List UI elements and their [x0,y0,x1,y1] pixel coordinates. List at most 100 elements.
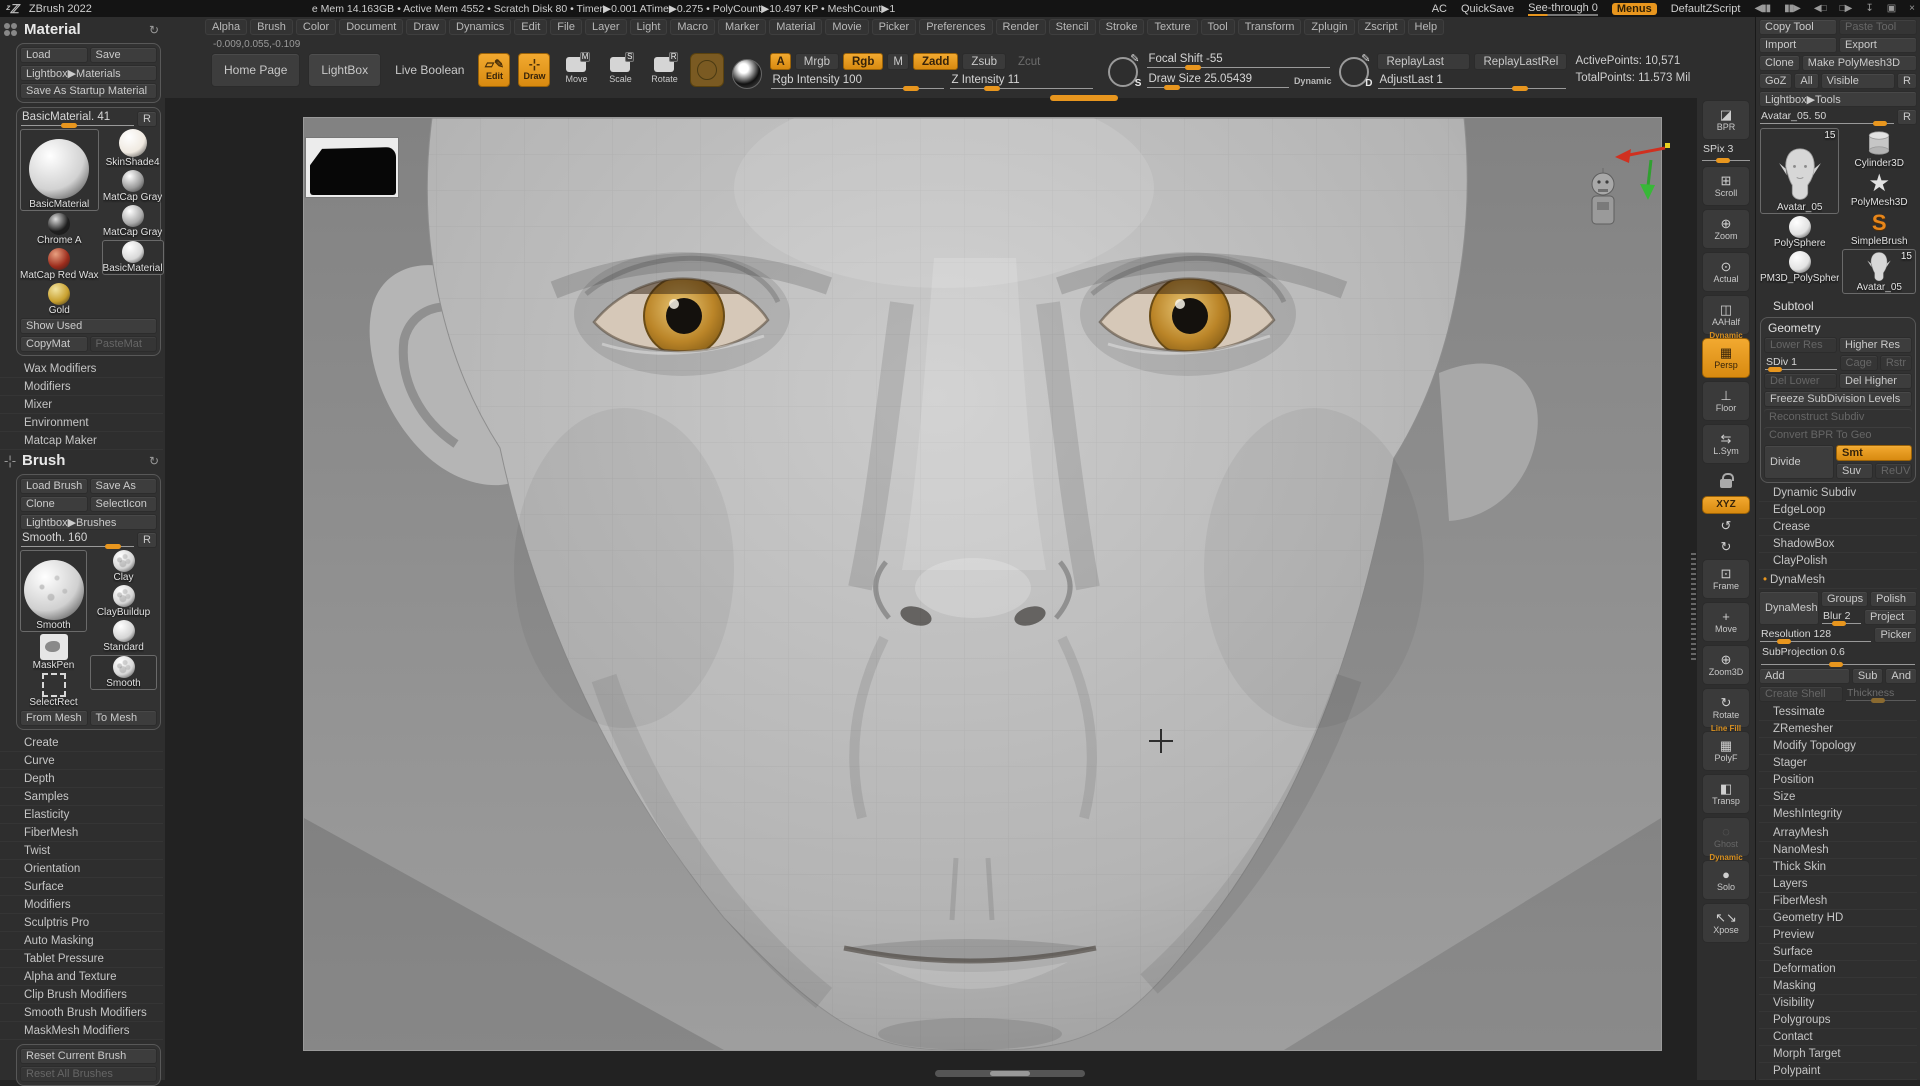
brush-thumb-smooth-2[interactable]: Smooth [90,655,157,690]
pastemat-button[interactable]: PasteMat [90,336,158,352]
menu-item[interactable]: Draw [406,19,446,35]
tool-thumb-polysphere[interactable]: PolySphere [1760,216,1839,249]
show-used-button[interactable]: Show Used [20,318,157,334]
zcut-toggle[interactable]: Zcut [1010,53,1048,70]
dynamesh-polish-toggle[interactable]: Polish [1870,591,1917,607]
make-polymesh3d-button[interactable]: Make PolyMesh3D [1802,55,1917,71]
smt-toggle[interactable]: Smt [1836,445,1912,461]
rgb-intensity-slider[interactable]: Rgb Intensity 100 [770,74,945,90]
replay-last-rel-button[interactable]: ReplayLastRel [1474,53,1567,70]
dock-left-icon[interactable]: ◀□ [1814,3,1826,14]
higher-res-button[interactable]: Higher Res [1839,337,1912,353]
load-brush-button[interactable]: Load Brush [20,478,88,494]
menu-item[interactable]: Marker [718,19,766,35]
tool-clone-button[interactable]: Clone [1759,55,1800,71]
brush-save-as-button[interactable]: Save As [90,478,158,494]
see-through-slider[interactable]: See-through 0 [1528,2,1598,16]
brush-thumb-selectrect[interactable]: SelectRect [20,673,87,708]
brush-r-button[interactable]: R [137,532,157,548]
home-page-button[interactable]: Home Page [211,53,300,87]
dynamesh-section-header[interactable]: •DynaMesh [1759,572,1917,589]
dynamesh-add-toggle[interactable]: Add [1759,668,1850,684]
material-subsection-item[interactable]: Matcap Maker [0,432,163,450]
goz-visible-button[interactable]: Visible [1821,73,1895,89]
panel-divider-handle[interactable] [1691,553,1696,663]
geometry-subsection-item[interactable]: ClayPolish [1759,553,1917,570]
stroke-d-icon[interactable]: D [1339,57,1369,87]
copymat-button[interactable]: CopyMat [20,336,88,352]
tool-subsection-item[interactable]: Visibility [1759,995,1917,1012]
rgb-toggle[interactable]: Rgb [843,53,883,70]
menu-item[interactable]: Brush [250,19,293,35]
tool-thumb-polymesh3d[interactable]: ★ PolyMesh3D [1842,171,1916,208]
tool-thumb-cylinder3d[interactable]: Cylinder3D [1842,128,1916,169]
default-zscript-button[interactable]: DefaultZScript [1671,3,1741,15]
shelf-button[interactable]: ⊡ Frame [1702,559,1750,599]
menu-item[interactable]: Transform [1238,19,1302,35]
freeze-subdivision-button[interactable]: Freeze SubDivision Levels [1764,391,1912,407]
material-subsection-item[interactable]: Mixer [0,396,163,414]
divide-button[interactable]: Divide [1764,445,1834,479]
brush-index-slider[interactable]: Smooth. 160 [20,532,135,548]
menu-item[interactable]: Render [996,19,1046,35]
draw-mode-button[interactable]: -¦- Draw [518,53,550,87]
brush-select-icon-button[interactable]: SelectIcon [90,496,158,512]
tool-thumb-simplebrush[interactable]: S SimpleBrush [1842,210,1916,247]
menu-item[interactable]: Color [296,19,336,35]
geometry-section-title[interactable]: Geometry [1764,321,1912,335]
shelf-button[interactable]: ◧ Transp [1702,774,1750,814]
brush-subsection-item[interactable]: Orientation [0,860,163,878]
menu-item[interactable]: Texture [1147,19,1197,35]
shelf-button[interactable]: ↺ [1709,517,1743,535]
replay-last-button[interactable]: ReplayLast [1377,53,1470,70]
menu-item[interactable]: Movie [825,19,868,35]
del-lower-button[interactable]: Del Lower [1764,373,1837,389]
copy-tool-button[interactable]: Copy Tool [1759,19,1837,35]
menu-item[interactable]: Zplugin [1304,19,1354,35]
shelf-button[interactable]: ↖↘ Xpose [1702,903,1750,943]
tool-subsection-item[interactable]: Thick Skin [1759,859,1917,876]
menu-item[interactable]: Document [339,19,403,35]
lower-res-button[interactable]: Lower Res [1764,337,1837,353]
tool-subsection-item[interactable]: Masking [1759,978,1917,995]
material-subsection-item[interactable]: Wax Modifiers [0,360,163,378]
tool-subsection-item[interactable]: ArrayMesh [1759,825,1917,842]
shelf-button[interactable]: XYZ [1702,496,1750,514]
menu-item[interactable]: Preferences [919,19,992,35]
brush-subsection-item[interactable]: Depth [0,770,163,788]
del-higher-button[interactable]: Del Higher [1839,373,1912,389]
brush-clone-button[interactable]: Clone [20,496,88,512]
menu-item[interactable]: Light [630,19,668,35]
shelf-button[interactable]: ⊙ Actual [1702,252,1750,292]
tool-thumb-pm3d-polysphere[interactable]: PM3D_PolySpher [1760,251,1839,284]
menu-item[interactable]: Zscript [1358,19,1405,35]
dynamesh-button[interactable]: DynaMesh [1759,591,1819,625]
tool-subsection-item[interactable]: Polygroups [1759,1012,1917,1029]
shelf-button[interactable]: + Move [1702,602,1750,642]
live-boolean-button[interactable]: Live Boolean [389,53,470,87]
material-save-button[interactable]: Save [90,47,158,63]
geometry-subsection-item[interactable]: Dynamic Subdiv [1759,485,1917,502]
collapse-right-tray-icon[interactable]: ▮▮▶ [1784,3,1800,14]
sdiv-slider[interactable]: SDiv 1 [1764,355,1838,371]
document-area[interactable] [303,117,1662,1051]
brush-thumb-clay[interactable]: Clay [90,550,157,583]
from-mesh-button[interactable]: From Mesh [20,710,88,726]
cage-button[interactable]: Cage [1840,355,1878,371]
goz-r-button[interactable]: R [1897,73,1917,89]
shelf-button[interactable]: Dynamic ● Solo [1702,860,1750,900]
material-thumb-matcap-gray-1[interactable]: MatCap Gray [102,170,164,203]
geometry-subsection-item[interactable]: ZRemesher [1759,721,1917,738]
scale-mode-button[interactable]: S Scale [602,53,638,87]
tool-subsection-item[interactable]: Morph Target [1759,1046,1917,1063]
shelf-button[interactable]: ⊞ Scroll [1702,166,1750,206]
subtool-section[interactable]: Subtool [1759,297,1917,315]
menu-item[interactable]: Macro [670,19,715,35]
material-load-button[interactable]: Load [20,47,88,63]
minimize-icon[interactable]: ↧ [1865,3,1872,14]
lightbox-tools-button[interactable]: Lightbox▶Tools [1759,91,1917,107]
goz-button[interactable]: GoZ [1759,73,1792,89]
menu-item[interactable]: Layer [585,19,627,35]
dynamesh-resolution-slider[interactable]: Resolution 128 [1759,627,1872,643]
material-thumb-gold[interactable]: Gold [20,283,99,316]
